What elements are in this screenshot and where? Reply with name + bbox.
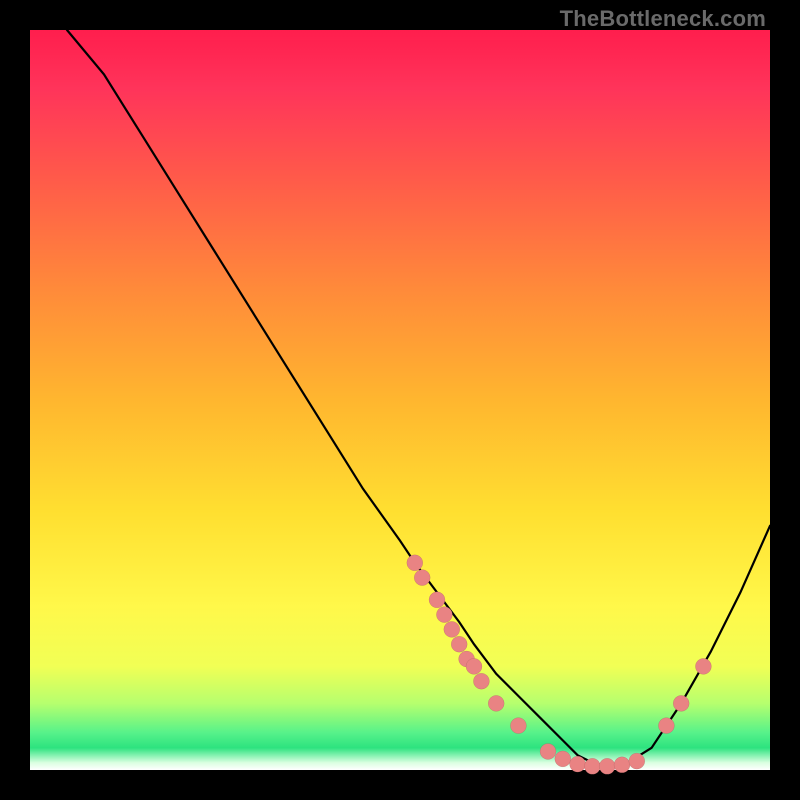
data-marker <box>540 744 556 760</box>
data-marker <box>444 621 460 637</box>
marker-layer <box>407 555 712 775</box>
data-marker <box>466 658 482 674</box>
data-marker <box>555 751 571 767</box>
watermark-text: TheBottleneck.com <box>560 6 766 32</box>
data-marker <box>429 592 445 608</box>
data-marker <box>488 695 504 711</box>
data-marker <box>599 758 615 774</box>
data-marker <box>570 756 586 772</box>
data-marker <box>658 718 674 734</box>
chart-plot-area <box>30 30 770 770</box>
data-marker <box>673 695 689 711</box>
chart-frame: TheBottleneck.com <box>0 0 800 800</box>
data-marker <box>407 555 423 571</box>
data-marker <box>451 636 467 652</box>
data-marker <box>414 570 430 586</box>
data-marker <box>629 753 645 769</box>
data-marker <box>695 658 711 674</box>
data-marker <box>510 718 526 734</box>
chart-svg <box>30 30 770 770</box>
data-marker <box>614 757 630 773</box>
bottleneck-curve <box>67 30 770 766</box>
data-marker <box>584 758 600 774</box>
data-marker <box>436 607 452 623</box>
data-marker <box>473 673 489 689</box>
